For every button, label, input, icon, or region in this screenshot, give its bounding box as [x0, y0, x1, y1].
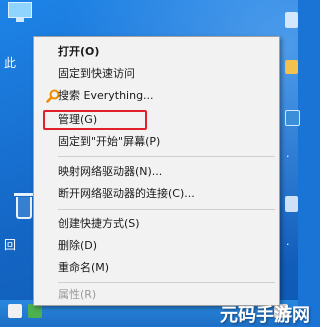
- menu-separator: [58, 156, 275, 157]
- menu-item-pin-start[interactable]: 固定到"开始"屏幕(P): [36, 131, 277, 153]
- menu-item-label: 固定到快速访问: [58, 67, 135, 80]
- menu-separator: [58, 282, 275, 283]
- desktop-file-icon[interactable]: [285, 12, 298, 28]
- menu-item-disconnect-network-drive[interactable]: 断开网络驱动器的连接(C)...: [36, 183, 277, 205]
- desktop-app-icon[interactable]: [285, 110, 300, 126]
- menu-item-pin-quick-access[interactable]: 固定到快速访问: [36, 63, 277, 85]
- desktop-icon-label-fragment: 回: [4, 238, 17, 252]
- menu-item-label: 搜索 Everything...: [58, 89, 154, 102]
- menu-item-label: 管理(G): [58, 113, 98, 126]
- watermark-text: 元码手游网: [220, 305, 310, 326]
- desktop-icon-label-fragment: ·: [286, 150, 290, 163]
- menu-separator: [58, 209, 275, 210]
- menu-item-create-shortcut[interactable]: 创建快捷方式(S): [36, 213, 277, 235]
- menu-item-label: 删除(D): [58, 239, 98, 252]
- this-pc-icon[interactable]: [8, 2, 32, 22]
- desktop-app-icon[interactable]: [28, 304, 42, 318]
- watermark-logo: 元码手游网: [220, 300, 310, 326]
- menu-item-label: 打开(O): [58, 45, 100, 58]
- desktop-folder-icon[interactable]: [285, 60, 298, 74]
- menu-item-label: 属性(R): [58, 288, 97, 301]
- menu-item-search-everything[interactable]: 搜索 Everything...: [36, 85, 277, 107]
- desktop-icon-label-fragment: 此: [4, 56, 17, 70]
- context-menu: 打开(O) 固定到快速访问 搜索 Everything... 管理(G) 固定到…: [33, 36, 280, 306]
- menu-item-map-network-drive[interactable]: 映射网络驱动器(N)...: [36, 161, 277, 183]
- menu-item-label: 重命名(M): [58, 261, 110, 274]
- menu-item-manage[interactable]: 管理(G): [36, 109, 277, 131]
- menu-item-delete[interactable]: 删除(D): [36, 235, 277, 257]
- desktop-app-icon[interactable]: [8, 304, 22, 318]
- menu-item-rename[interactable]: 重命名(M): [36, 257, 277, 279]
- menu-item-label: 映射网络驱动器(N)...: [58, 165, 163, 178]
- menu-item-label: 创建快捷方式(S): [58, 217, 140, 230]
- desktop-file-icon[interactable]: [285, 196, 298, 212]
- desktop-icon-label-fragment: ·: [286, 238, 290, 251]
- menu-item-label: 固定到"开始"屏幕(P): [58, 135, 161, 148]
- menu-item-label: 断开网络驱动器的连接(C)...: [58, 187, 195, 200]
- menu-item-open[interactable]: 打开(O): [36, 41, 277, 63]
- recycle-bin-icon[interactable]: [14, 193, 34, 221]
